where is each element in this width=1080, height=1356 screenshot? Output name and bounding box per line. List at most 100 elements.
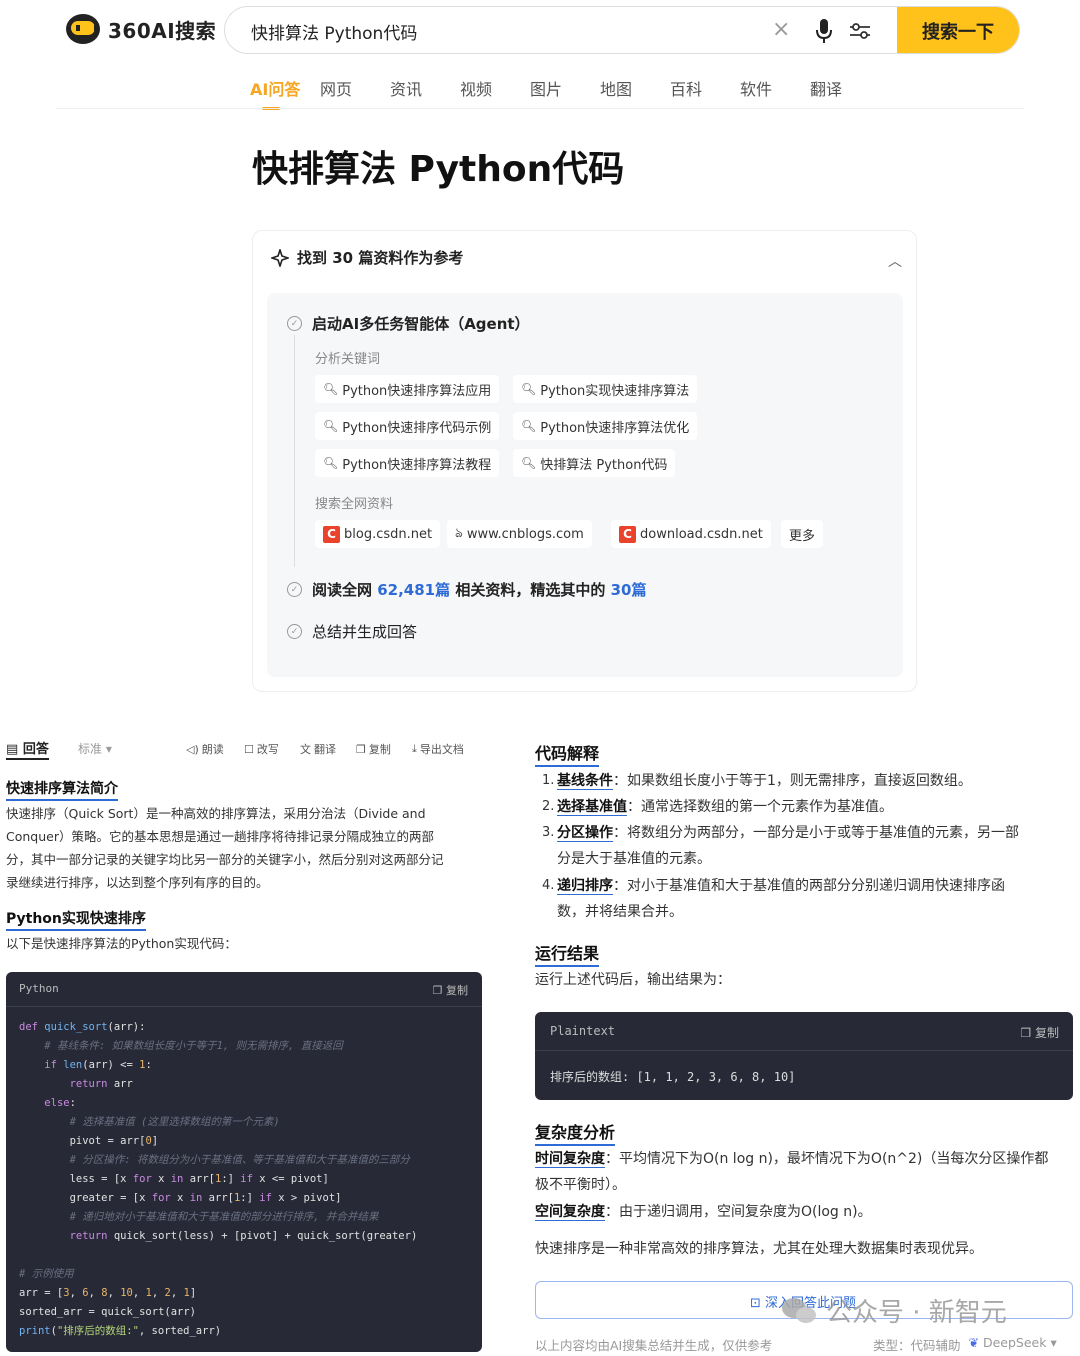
microphone-icon[interactable] <box>815 17 833 45</box>
header: 360AI搜索 快排算法 Python代码 × 搜索一下 <box>0 0 1080 62</box>
read-aloud-button[interactable]: ◁) 朗读 <box>186 741 224 757</box>
impl-heading: Python实现快速排序 <box>6 908 146 931</box>
list-item: 3. 分区操作：将数组分为两部分，一部分是小于或等于基准值的元素，另一部 分是大… <box>542 825 1019 867</box>
source-chip[interactable]: C blog.csdn.net <box>315 520 441 548</box>
deep-search-icon: ⊡ <box>750 1296 761 1311</box>
answer-meta: 类型：代码辅助 ❦ DeepSeek ▾ <box>873 1335 1057 1354</box>
step-summarize-label: 总结并生成回答 <box>312 623 418 641</box>
close-icon[interactable]: × <box>772 17 790 42</box>
search-icon: 🔍︎ <box>323 382 339 396</box>
tab-map[interactable]: 地图 <box>600 76 670 110</box>
search-sources-label: 搜索全网资料 <box>315 497 394 512</box>
selected-count: 30篇 <box>610 581 647 599</box>
header-divider <box>56 108 1024 109</box>
page-title: 快排算法 Python代码 <box>252 149 625 190</box>
check-circle-icon: ✓ <box>287 582 302 597</box>
check-circle-icon: ✓ <box>287 316 302 331</box>
space-complexity: 空间复杂度：由于递归调用，空间复杂度为O(log n)。 <box>535 1204 872 1221</box>
answer-toolbar: ▤ 回答 标准 ▾ ◁) 朗读 ☐ 改写 文翻译 ❐ 复制 ⤓ 导出文档 <box>6 738 484 760</box>
more-sources-button[interactable]: 更多 <box>781 520 824 548</box>
explain-heading: 代码解释 <box>535 740 600 767</box>
step-agent: ✓ 启动AI多任务智能体（Agent） <box>287 313 530 334</box>
wechat-icon <box>782 1297 816 1323</box>
source-chip[interactable]: C download.csdn.net <box>611 520 771 548</box>
keyword-chip[interactable]: 🔍︎ Python实现快速排序算法 <box>513 375 698 403</box>
step-agent-label: 启动AI多任务智能体（Agent） <box>312 315 530 333</box>
mode-select[interactable]: 标准 ▾ <box>78 740 112 757</box>
deepseek-icon: ❦ <box>968 1335 979 1350</box>
check-circle-icon: ✓ <box>287 624 302 639</box>
code-language: Python <box>19 982 59 995</box>
tab-translate[interactable]: 翻译 <box>810 76 880 110</box>
intro-paragraph: 快速排序（Quick Sort）是一种高效的排序算法，采用分治法（Divide … <box>6 806 444 890</box>
tab-software[interactable]: 软件 <box>740 76 810 110</box>
complexity-heading: 复杂度分析 <box>535 1119 616 1146</box>
tab-images[interactable]: 图片 <box>530 76 600 110</box>
cnblogs-icon: ঌ <box>455 525 463 541</box>
agent-steps: ✓ 启动AI多任务智能体（Agent） 分析关键词 🔍︎ Python快速排序算法… <box>267 293 903 677</box>
watermark-text: 公众号 · 新智元 <box>826 1298 1007 1328</box>
search-icon: 🔍︎ <box>521 456 537 470</box>
keyword-chip[interactable]: 🔍︎ Python快速排序算法教程 <box>315 449 500 477</box>
result-heading: 运行结果 <box>535 940 600 967</box>
search-icon: 🔍︎ <box>521 419 537 433</box>
export-button[interactable]: ⤓ 导出文档 <box>412 741 464 757</box>
search-icon: 🔍︎ <box>323 419 339 433</box>
download-icon: ⤓ <box>412 742 417 755</box>
model-select[interactable]: ❦ DeepSeek ▾ <box>969 1335 1057 1354</box>
intro-heading: 快速排序算法简介 <box>6 778 118 801</box>
keyword-chip[interactable]: 🔍︎ 快排算法 Python代码 <box>513 449 676 477</box>
tab-web[interactable]: 网页 <box>320 76 390 110</box>
tab-news[interactable]: 资讯 <box>390 76 460 110</box>
output-content[interactable]: 排序后的数组: [1, 1, 2, 3, 6, 8, 10] <box>550 1068 795 1085</box>
step-summarize: ✓ 总结并生成回答 <box>287 621 417 642</box>
chevron-up-icon[interactable]: ︿ <box>888 251 902 271</box>
list-item: 2. 选择基准值：通常选择数组的第一个元素作为基准值。 <box>542 799 893 816</box>
code-content[interactable]: def quick_sort(arr): # 基线条件: 如果数组长度小于等于1… <box>19 1018 417 1341</box>
copy-icon: ❐ <box>356 742 366 756</box>
summary-paragraph: 快速排序是一种非常高效的排序算法，尤其在处理大数据集时表现优异。 <box>535 1241 983 1257</box>
search-tabs: AI问答 网页 资讯 视频 图片 地图 百科 软件 翻译 <box>250 76 880 110</box>
impl-paragraph: 以下是快速排序算法的Python实现代码： <box>6 936 237 951</box>
logo[interactable]: 360AI搜索 <box>66 14 216 44</box>
keyword-chip[interactable]: 🔍︎ Python快速排序代码示例 <box>315 412 500 440</box>
search-button[interactable]: 搜索一下 <box>897 7 1019 53</box>
copy-button[interactable]: ❐ 复制 <box>356 741 391 757</box>
sparkle-icon <box>271 248 289 267</box>
csdn-icon: C <box>619 525 636 543</box>
output-code-block: Plaintext ❐ 复制 排序后的数组: [1, 1, 2, 3, 6, 8… <box>535 1012 1073 1100</box>
csdn-icon: C <box>323 525 340 543</box>
source-chip[interactable]: ঌ www.cnblogs.com <box>447 520 592 548</box>
rewrite-button[interactable]: ☐ 改写 <box>244 741 279 757</box>
tab-answer[interactable]: ▤ 回答 <box>6 738 49 760</box>
reference-header[interactable]: 找到 30 篇资料作为参考 <box>271 247 463 268</box>
logo-icon <box>66 14 100 44</box>
translate-icon: 文 <box>300 743 311 756</box>
search-icon: 🔍︎ <box>521 382 537 396</box>
code-language: Plaintext <box>550 1024 616 1038</box>
list-item: 1. 基线条件：如果数组长度小于等于1，则无需排序，直接返回数组。 <box>542 773 972 790</box>
disclaimer: 以上内容均由AI搜集总结并生成，仅供参考 <box>535 1338 773 1353</box>
tab-baike[interactable]: 百科 <box>670 76 740 110</box>
timeline-line <box>294 335 295 567</box>
reference-card: 找到 30 篇资料作为参考 ︿ ✓ 启动AI多任务智能体（Agent） 分析关键… <box>252 230 917 692</box>
watermark: 公众号 · 新智元 <box>780 1292 1007 1329</box>
tab-ai-qa[interactable]: AI问答 <box>250 76 320 110</box>
translate-button[interactable]: 文翻译 <box>300 741 336 757</box>
answer-type: 类型：代码辅助 <box>873 1338 961 1353</box>
code-copy-button[interactable]: ❐ 复制 <box>433 982 468 998</box>
tab-video[interactable]: 视频 <box>460 76 530 110</box>
keyword-chip[interactable]: 🔍︎ Python快速排序算法应用 <box>315 375 500 403</box>
keyword-chip[interactable]: 🔍︎ Python快速排序算法优化 <box>513 412 698 440</box>
logo-text: 360AI搜索 <box>108 18 217 43</box>
reference-count: 找到 30 篇资料作为参考 <box>297 249 464 267</box>
search-input[interactable]: 快排算法 Python代码 <box>251 19 417 44</box>
search-box[interactable]: 快排算法 Python代码 × 搜索一下 <box>224 6 1020 54</box>
keywords-label: 分析关键词 <box>315 352 381 367</box>
search-icon: 🔍︎ <box>323 456 339 470</box>
code-copy-button[interactable]: ❐ 复制 <box>1020 1024 1059 1041</box>
filter-icon[interactable] <box>849 21 871 41</box>
python-code-block: Python ❐ 复制 def quick_sort(arr): # 基线条件:… <box>6 972 482 1352</box>
speaker-icon: ◁) <box>186 742 199 756</box>
step-read: ✓ 阅读全网 62,481篇 相关资料，精选其中的 30篇 <box>287 579 646 600</box>
